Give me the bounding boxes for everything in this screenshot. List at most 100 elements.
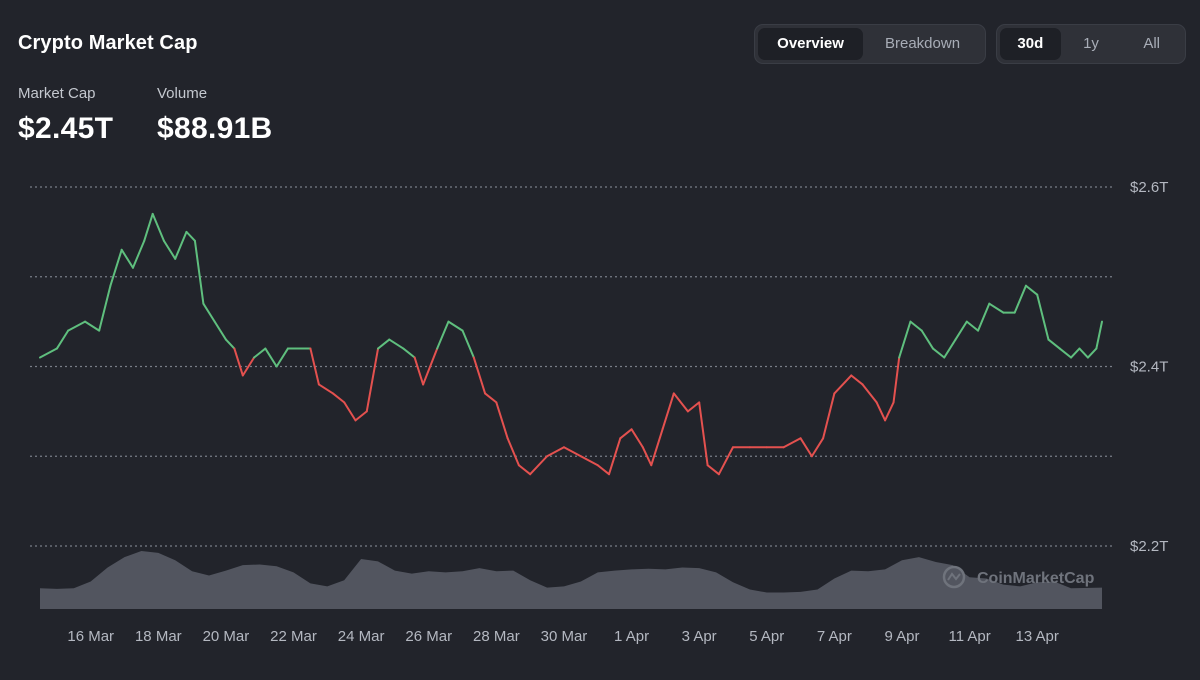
market-cap-segment xyxy=(562,446,582,458)
y-axis-ticks: $2.6T $2.4T $2.2T xyxy=(1130,179,1168,555)
market-cap-segment xyxy=(317,383,334,395)
market-cap-segment xyxy=(619,428,633,440)
market-cap-segment xyxy=(275,347,289,368)
x-tick-label: 13 Apr xyxy=(1016,628,1059,645)
market-cap-segment xyxy=(661,392,675,431)
market-cap-segment xyxy=(1070,347,1081,359)
market-cap-segment xyxy=(850,374,864,386)
market-cap-segment xyxy=(151,212,165,242)
market-cap-segment xyxy=(162,239,177,260)
market-cap-segment xyxy=(988,302,1005,314)
x-tick-label: 16 Mar xyxy=(67,628,114,645)
market-cap-segment xyxy=(109,248,123,287)
market-cap-segment xyxy=(977,302,991,332)
market-cap-segment xyxy=(1058,347,1073,359)
market-cap-segment xyxy=(799,437,813,458)
market-cap-segment xyxy=(120,248,134,269)
market-cap-segment xyxy=(413,356,425,386)
market-cap-segment xyxy=(461,329,475,359)
x-tick-label: 28 Mar xyxy=(473,628,520,645)
market-cap-segment xyxy=(55,329,70,350)
market-cap-segment xyxy=(909,320,923,332)
market-cap-line xyxy=(39,212,1103,476)
market-cap-segment xyxy=(954,320,968,341)
market-cap-segment xyxy=(388,338,405,350)
market-cap-segment xyxy=(174,230,188,260)
market-cap-segment xyxy=(224,338,236,350)
market-cap-segment xyxy=(931,347,946,359)
x-tick-label: 30 Mar xyxy=(541,628,588,645)
market-cap-segment xyxy=(185,230,196,242)
market-cap-segment xyxy=(943,338,957,359)
market-cap-segment xyxy=(98,284,112,332)
market-cap-segment xyxy=(1024,284,1039,296)
market-cap-segment xyxy=(241,356,256,377)
market-cap-segment xyxy=(1047,338,1061,350)
market-cap-segment xyxy=(213,320,227,341)
market-cap-segment xyxy=(67,320,87,332)
market-cap-segment xyxy=(253,347,267,359)
market-cap-segment xyxy=(1086,347,1098,359)
market-cap-segment xyxy=(546,446,565,458)
y-tick-label: $2.2T xyxy=(1130,538,1168,555)
market-cap-segment xyxy=(630,428,644,449)
x-tick-label: 3 Apr xyxy=(682,628,717,645)
x-tick-label: 1 Apr xyxy=(614,628,649,645)
market-cap-segment xyxy=(202,302,216,323)
market-cap-segment xyxy=(331,392,346,404)
volume-area-shape xyxy=(40,551,1102,609)
market-cap-segment xyxy=(436,320,450,350)
x-tick-label: 22 Mar xyxy=(270,628,317,645)
watermark-text: CoinMarketCap xyxy=(977,570,1095,587)
market-cap-segment xyxy=(596,464,611,476)
market-cap-segment xyxy=(686,401,701,413)
market-cap-segment xyxy=(365,347,380,413)
x-tick-label: 18 Mar xyxy=(135,628,182,645)
market-cap-segment xyxy=(861,383,878,404)
market-cap-segment xyxy=(782,437,802,449)
market-cap-segment xyxy=(402,347,416,359)
market-cap-chart[interactable]: $2.6T $2.4T $2.2T 16 Mar 18 Mar 20 Mar 22 Mar… xyxy=(0,0,1200,680)
market-cap-segment xyxy=(875,401,887,422)
market-cap-segment xyxy=(1013,284,1027,314)
market-cap-segment xyxy=(717,446,734,476)
market-cap-segment xyxy=(1036,293,1050,341)
market-cap-segment xyxy=(579,455,599,467)
market-cap-segment xyxy=(833,374,853,395)
y-tick-label: $2.4T xyxy=(1130,359,1168,376)
market-cap-segment xyxy=(377,338,391,350)
market-cap-segment xyxy=(920,329,934,350)
x-tick-label: 24 Mar xyxy=(338,628,385,645)
market-cap-segment xyxy=(650,428,664,467)
market-cap-segment xyxy=(892,356,901,404)
market-cap-segment xyxy=(131,239,146,269)
x-tick-label: 7 Apr xyxy=(817,628,852,645)
market-cap-segment xyxy=(484,392,498,404)
market-cap-segment xyxy=(965,320,980,332)
market-cap-segment xyxy=(39,347,58,359)
gridlines xyxy=(30,186,1112,547)
x-tick-label: 11 Apr xyxy=(948,628,990,645)
x-tick-label: 9 Apr xyxy=(884,628,919,645)
market-cap-segment xyxy=(264,347,278,368)
market-cap-segment xyxy=(472,356,487,395)
market-cap-segment xyxy=(84,320,101,332)
x-tick-label: 26 Mar xyxy=(405,628,452,645)
market-cap-segment xyxy=(898,320,912,359)
market-cap-segment xyxy=(354,410,368,422)
market-cap-segment xyxy=(233,347,244,377)
market-cap-segment xyxy=(810,437,825,458)
x-axis-ticks: 16 Mar 18 Mar 20 Mar 22 Mar 24 Mar 26 Mar 28 M… xyxy=(67,628,1059,645)
market-cap-segment xyxy=(884,401,895,422)
market-cap-segment xyxy=(447,320,464,332)
market-cap-segment xyxy=(495,401,509,440)
y-tick-label: $2.6T xyxy=(1130,179,1168,196)
market-cap-segment xyxy=(1095,320,1103,350)
market-cap-segment xyxy=(143,212,154,242)
market-cap-segment xyxy=(706,464,720,476)
market-cap-segment xyxy=(672,392,689,413)
x-tick-label: 20 Mar xyxy=(203,628,250,645)
market-cap-segment xyxy=(1078,347,1089,359)
x-tick-label: 5 Apr xyxy=(749,628,784,645)
market-cap-segment xyxy=(193,239,205,305)
